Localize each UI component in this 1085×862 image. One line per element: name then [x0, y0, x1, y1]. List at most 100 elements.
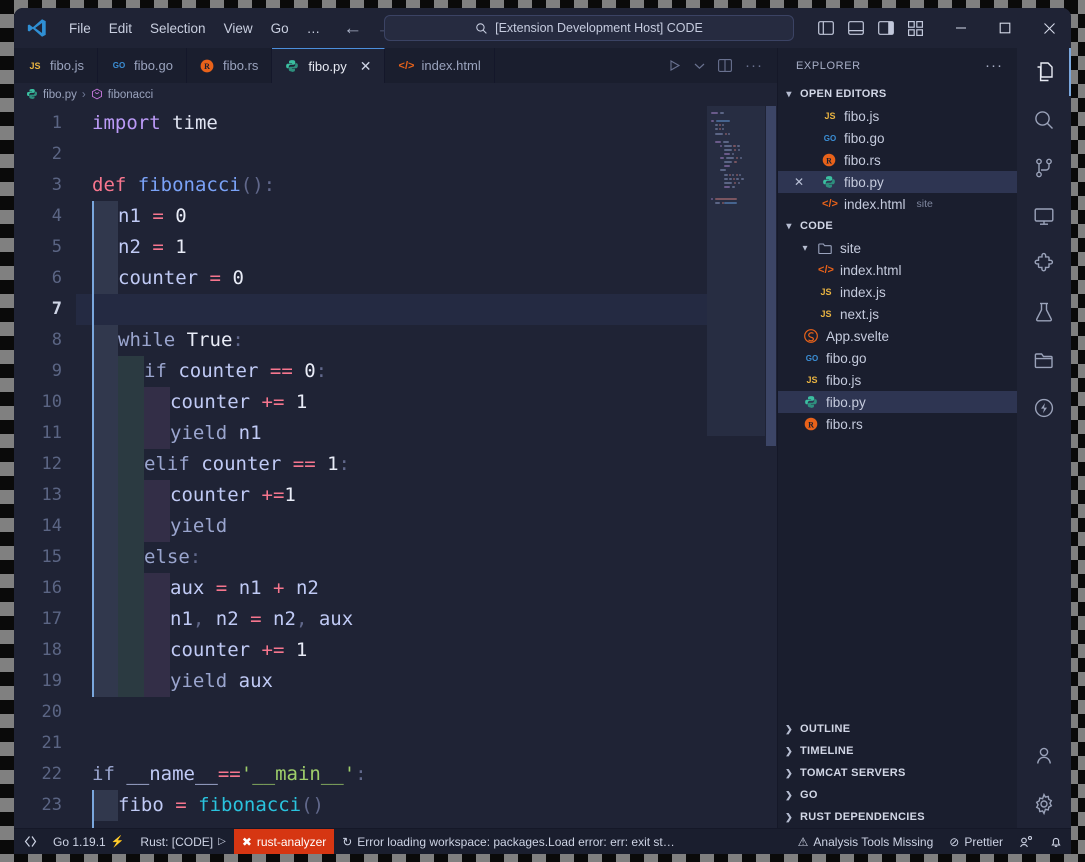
tree-file-item[interactable]: App.svelte	[778, 325, 1017, 347]
open-editor-item[interactable]: GO fibo.go	[778, 127, 1017, 149]
open-editor-item[interactable]: Rfibo.rs	[778, 149, 1017, 171]
close-editor-icon[interactable]: ✕	[792, 175, 806, 189]
tab-fibo-go[interactable]: GO fibo.go	[97, 48, 188, 83]
section-workspace[interactable]: ▾ CODE	[778, 215, 1017, 237]
status-prettier[interactable]: ⊘ Prettier	[941, 829, 1011, 854]
scrollbar-thumb[interactable]	[766, 106, 776, 446]
code-line[interactable]: if __name__=='__main__':	[76, 759, 707, 790]
status-rust-workspace[interactable]: Rust: [CODE] ▷	[132, 829, 233, 854]
status-remote-share-icon[interactable]	[1011, 829, 1041, 854]
code-line[interactable]: counter +=1	[76, 480, 707, 511]
menu-more[interactable]: …	[298, 17, 330, 40]
tab-fibo-rs[interactable]: R fibo.rs	[187, 48, 273, 83]
code-line[interactable]	[76, 728, 707, 759]
vscode-logo-icon	[20, 17, 54, 39]
sidebar-more-actions-icon[interactable]: ···	[985, 57, 1009, 74]
open-editor-item[interactable]: JS fibo.js	[778, 105, 1017, 127]
status-go-version[interactable]: Go 1.19.1 ⚡	[45, 829, 132, 854]
code-line[interactable]	[76, 697, 707, 728]
activity-run-debug-icon[interactable]	[1017, 192, 1071, 240]
breadcrumb-file[interactable]: fibo.py	[43, 89, 77, 101]
run-icon[interactable]	[668, 59, 681, 72]
menu-go[interactable]: Go	[262, 17, 298, 40]
minimap[interactable]	[707, 106, 765, 828]
code-content[interactable]: import time def fibonacci(): n1 = 0 n2 = 1c…	[76, 106, 707, 828]
chevron-down-icon[interactable]	[694, 62, 705, 70]
status-rust-analyzer[interactable]: ✖︎ rust-analyzer	[233, 829, 335, 854]
menu-view[interactable]: View	[215, 17, 262, 40]
activity-source-control-icon[interactable]	[1017, 144, 1071, 192]
minimap-slider[interactable]	[707, 106, 765, 436]
toggle-primary-sidebar-icon[interactable]	[818, 21, 834, 35]
activity-settings-gear-icon[interactable]	[1017, 780, 1071, 828]
close-button[interactable]	[1027, 8, 1071, 48]
breadcrumb-symbol[interactable]: fibonacci	[108, 89, 153, 101]
tree-file-item[interactable]: JS index.js	[778, 281, 1017, 303]
menu-file[interactable]: File	[60, 17, 100, 40]
open-editor-item[interactable]: </> index.html site	[778, 193, 1017, 215]
code-line[interactable]: while True:	[76, 325, 707, 356]
code-line[interactable]: counter += 1	[76, 635, 707, 666]
menu-selection[interactable]: Selection	[141, 17, 215, 40]
status-workspace-load-error[interactable]: ↻ Error loading workspace: packages.Load…	[334, 829, 685, 854]
section-go[interactable]: ❯ GO	[778, 784, 1017, 806]
open-editor-item[interactable]: ✕ fibo.py	[778, 171, 1017, 193]
tree-folder-item[interactable]: ▾ site	[778, 237, 1017, 259]
section-timeline[interactable]: ❯ TIMELINE	[778, 740, 1017, 762]
status-analysis-tools-missing[interactable]: ⚠︎ Analysis Tools Missing	[790, 829, 942, 854]
tree-file-item[interactable]: GO fibo.go	[778, 347, 1017, 369]
activity-remote-explorer-icon[interactable]	[1017, 336, 1071, 384]
menu-edit[interactable]: Edit	[100, 17, 141, 40]
activity-search-icon[interactable]	[1017, 96, 1071, 144]
tree-file-item[interactable]: Rfibo.rs	[778, 413, 1017, 435]
maximize-button[interactable]	[983, 8, 1027, 48]
tab-fibo-js[interactable]: JS fibo.js	[14, 48, 98, 83]
code-line[interactable]: elif counter == 1:	[76, 449, 707, 480]
code-line[interactable]: aux = n1 + n2	[76, 573, 707, 604]
code-editor[interactable]: 123456789101112131415161718192021222324 …	[14, 106, 777, 828]
code-line[interactable]: fibo = fibonacci()	[76, 790, 707, 821]
tree-file-item[interactable]: fibo.py	[778, 391, 1017, 413]
code-line[interactable]: yield	[76, 511, 707, 542]
section-outline[interactable]: ❯ OUTLINE	[778, 718, 1017, 740]
code-line[interactable]	[76, 821, 707, 828]
section-rust-dependencies[interactable]: ❯ RUST DEPENDENCIES	[778, 806, 1017, 828]
go-back-icon[interactable]: ←	[343, 19, 362, 38]
toggle-secondary-sidebar-icon[interactable]	[878, 21, 894, 35]
more-actions-icon[interactable]: ···	[745, 58, 763, 73]
code-line[interactable]: counter = 0	[76, 263, 707, 294]
split-editor-icon[interactable]	[718, 59, 732, 72]
section-open-editors[interactable]: ▾ OPEN EDITORS	[778, 83, 1017, 105]
code-line[interactable]: n1, n2 = n2, aux	[76, 604, 707, 635]
command-center[interactable]: [Extension Development Host] CODE	[384, 15, 794, 41]
minimize-button[interactable]	[939, 8, 983, 48]
code-line[interactable]: n1 = 0	[76, 201, 707, 232]
tab-close-icon[interactable]: ✕	[360, 58, 372, 75]
toggle-panel-icon[interactable]	[848, 21, 864, 35]
code-line[interactable]: yield aux	[76, 666, 707, 697]
activity-explorer-icon[interactable]	[1017, 48, 1071, 96]
code-line[interactable]	[76, 139, 707, 170]
tree-file-item[interactable]: JS fibo.js	[778, 369, 1017, 391]
code-line[interactable]: if counter == 0:	[76, 356, 707, 387]
editor-scrollbar[interactable]	[765, 106, 777, 828]
code-line[interactable]: counter += 1	[76, 387, 707, 418]
activity-extensions-icon[interactable]	[1017, 240, 1071, 288]
code-line[interactable]: import time	[76, 108, 707, 139]
code-line[interactable]	[76, 294, 707, 325]
section-tomcat-servers[interactable]: ❯ TOMCAT SERVERS	[778, 762, 1017, 784]
tree-file-item[interactable]: </> index.html	[778, 259, 1017, 281]
tab-index-html[interactable]: </> index.html	[385, 48, 495, 83]
activity-testing-icon[interactable]	[1017, 288, 1071, 336]
tab-fibo-py[interactable]: fibo.py ✕	[272, 48, 386, 83]
code-line[interactable]: def fibonacci():	[76, 170, 707, 201]
activity-accounts-icon[interactable]	[1017, 732, 1071, 780]
code-line[interactable]: yield n1	[76, 418, 707, 449]
code-line[interactable]: else:	[76, 542, 707, 573]
tree-file-item[interactable]: JS next.js	[778, 303, 1017, 325]
activity-thunder-client-icon[interactable]	[1017, 384, 1071, 432]
status-remote-indicator[interactable]	[14, 829, 45, 854]
status-notifications-bell-icon[interactable]	[1041, 829, 1071, 854]
customize-layout-icon[interactable]	[908, 20, 923, 36]
code-line[interactable]: n2 = 1	[76, 232, 707, 263]
